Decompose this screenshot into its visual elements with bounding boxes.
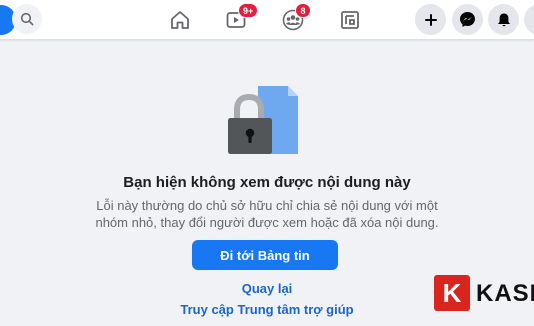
- watch-notification-badge: 9+: [238, 3, 259, 18]
- create-button[interactable]: [415, 4, 446, 35]
- search-icon: [20, 12, 34, 26]
- gaming-icon: [341, 11, 359, 29]
- notifications-icon: [497, 13, 510, 26]
- groups-notification-badge: 8: [295, 3, 311, 18]
- site-watermark: K KASI: [432, 275, 534, 315]
- unavailable-content-description: Lỗi này thường do chủ sở hữu chỉ chia sẻ…: [95, 198, 439, 230]
- content-unavailable-lock-icon: [228, 86, 298, 154]
- nav-groups[interactable]: 8: [279, 3, 311, 34]
- nav-home[interactable]: [166, 6, 194, 34]
- go-to-news-feed-button[interactable]: Đi tới Bảng tin: [192, 240, 338, 270]
- plus-icon: [424, 13, 437, 26]
- search-button[interactable]: [12, 4, 42, 34]
- nav-watch[interactable]: 9+: [222, 3, 259, 34]
- messenger-icon: [460, 12, 475, 27]
- top-navigation-bar: 9+ 8: [0, 0, 534, 40]
- messenger-button[interactable]: [452, 4, 483, 35]
- account-button[interactable]: [524, 4, 534, 35]
- nav-gaming[interactable]: [336, 6, 364, 34]
- watermark-text: KASI: [476, 280, 534, 307]
- home-icon: [171, 11, 189, 29]
- watermark-logo: K: [434, 275, 470, 311]
- unavailable-content-title: Bạn hiện không xem được nội dung này: [123, 174, 411, 191]
- notifications-button[interactable]: [488, 4, 519, 35]
